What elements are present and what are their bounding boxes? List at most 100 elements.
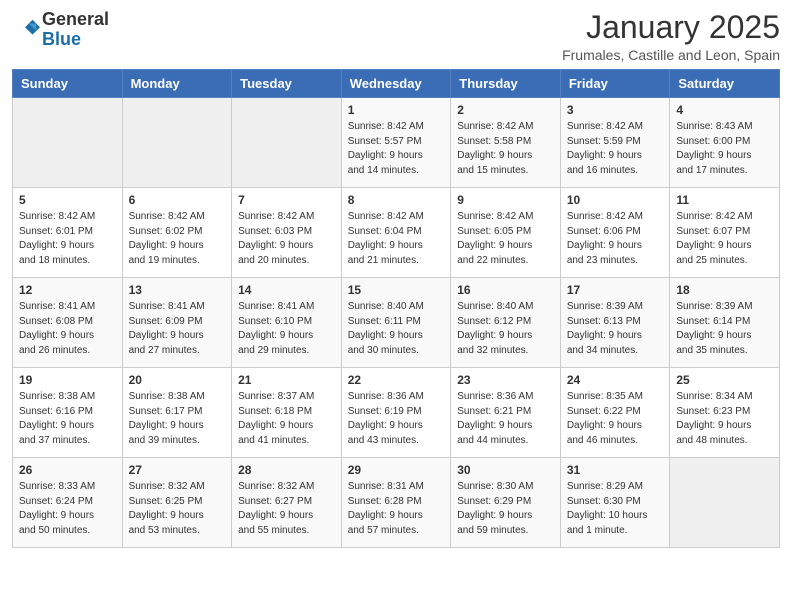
day-number: 20: [129, 373, 226, 387]
day-info: Sunrise: 8:30 AM Sunset: 6:29 PM Dayligh…: [457, 480, 554, 538]
day-cell: [232, 98, 342, 188]
day-number: 5: [19, 193, 116, 207]
day-info: Sunrise: 8:39 AM Sunset: 6:13 PM Dayligh…: [567, 300, 664, 358]
day-info: Sunrise: 8:42 AM Sunset: 5:59 PM Dayligh…: [567, 120, 664, 178]
header: General Blue January 2025 Frumales, Cast…: [12, 10, 780, 63]
day-cell: 27 Sunrise: 8:32 AM Sunset: 6:25 PM Dayli…: [122, 458, 232, 548]
day-number: 9: [457, 193, 554, 207]
calendar: SundayMondayTuesdayWednesdayThursdayFrid…: [12, 69, 780, 548]
day-info: Sunrise: 8:42 AM Sunset: 5:57 PM Dayligh…: [348, 120, 445, 178]
day-info: Sunrise: 8:41 AM Sunset: 6:09 PM Dayligh…: [129, 300, 226, 358]
day-info: Sunrise: 8:36 AM Sunset: 6:21 PM Dayligh…: [457, 390, 554, 448]
day-cell: 22Sunrise: 8:36 AM Sunset: 6:19 PM Dayli…: [341, 368, 451, 458]
day-cell: 16 Sunrise: 8:40 AM Sunset: 6:12 PM Dayli…: [451, 278, 561, 368]
day-info: Sunrise: 8:42 AM Sunset: 6:07 PM Dayligh…: [676, 210, 773, 268]
day-number: 2: [457, 103, 554, 117]
day-info: Sunrise: 8:42 AM Sunset: 6:02 PM Dayligh…: [129, 210, 226, 268]
day-info: Sunrise: 8:37 AM Sunset: 6:18 PM Dayligh…: [238, 390, 335, 448]
weekday-header-monday: Monday: [122, 70, 232, 98]
day-number: 17: [567, 283, 664, 297]
day-number: 30: [457, 463, 554, 477]
day-cell: 8 Sunrise: 8:42 AM Sunset: 6:04 PM Daylig…: [341, 188, 451, 278]
day-number: 7: [238, 193, 335, 207]
day-cell: 11 Sunrise: 8:42 AM Sunset: 6:07 PM Dayli…: [670, 188, 780, 278]
weekday-header-sunday: Sunday: [13, 70, 123, 98]
day-info: Sunrise: 8:32 AM Sunset: 6:25 PM Dayligh…: [129, 480, 226, 538]
week-row-4: 26Sunrise: 8:33 AM Sunset: 6:24 PM Dayli…: [13, 458, 780, 548]
weekday-header-row: SundayMondayTuesdayWednesdayThursdayFrid…: [13, 70, 780, 98]
day-number: 21: [238, 373, 335, 387]
weekday-header-saturday: Saturday: [670, 70, 780, 98]
day-cell: 17 Sunrise: 8:39 AM Sunset: 6:13 PM Dayli…: [560, 278, 670, 368]
day-cell: 26Sunrise: 8:33 AM Sunset: 6:24 PM Dayli…: [13, 458, 123, 548]
day-info: Sunrise: 8:40 AM Sunset: 6:11 PM Dayligh…: [348, 300, 445, 358]
day-cell: 6 Sunrise: 8:42 AM Sunset: 6:02 PM Daylig…: [122, 188, 232, 278]
day-number: 25: [676, 373, 773, 387]
page: General Blue January 2025 Frumales, Cast…: [0, 0, 792, 560]
day-number: 10: [567, 193, 664, 207]
day-number: 6: [129, 193, 226, 207]
day-cell: 23Sunrise: 8:36 AM Sunset: 6:21 PM Dayli…: [451, 368, 561, 458]
day-info: Sunrise: 8:38 AM Sunset: 6:16 PM Dayligh…: [19, 390, 116, 448]
weekday-header-thursday: Thursday: [451, 70, 561, 98]
day-info: Sunrise: 8:29 AM Sunset: 6:30 PM Dayligh…: [567, 480, 664, 538]
day-number: 26: [19, 463, 116, 477]
day-cell: 21 Sunrise: 8:37 AM Sunset: 6:18 PM Dayli…: [232, 368, 342, 458]
day-number: 18: [676, 283, 773, 297]
day-info: Sunrise: 8:42 AM Sunset: 6:05 PM Dayligh…: [457, 210, 554, 268]
day-cell: 28Sunrise: 8:32 AM Sunset: 6:27 PM Dayli…: [232, 458, 342, 548]
day-cell: 30 Sunrise: 8:30 AM Sunset: 6:29 PM Dayli…: [451, 458, 561, 548]
day-cell: 12 Sunrise: 8:41 AM Sunset: 6:08 PM Dayli…: [13, 278, 123, 368]
day-info: Sunrise: 8:40 AM Sunset: 6:12 PM Dayligh…: [457, 300, 554, 358]
day-cell: [122, 98, 232, 188]
day-cell: 9 Sunrise: 8:42 AM Sunset: 6:05 PM Daylig…: [451, 188, 561, 278]
day-cell: 18 Sunrise: 8:39 AM Sunset: 6:14 PM Dayli…: [670, 278, 780, 368]
day-cell: 31Sunrise: 8:29 AM Sunset: 6:30 PM Dayli…: [560, 458, 670, 548]
week-row-3: 19Sunrise: 8:38 AM Sunset: 6:16 PM Dayli…: [13, 368, 780, 458]
day-cell: 2 Sunrise: 8:42 AM Sunset: 5:58 PM Daylig…: [451, 98, 561, 188]
day-number: 1: [348, 103, 445, 117]
week-row-2: 12 Sunrise: 8:41 AM Sunset: 6:08 PM Dayli…: [13, 278, 780, 368]
day-number: 8: [348, 193, 445, 207]
day-info: Sunrise: 8:34 AM Sunset: 6:23 PM Dayligh…: [676, 390, 773, 448]
day-cell: 10Sunrise: 8:42 AM Sunset: 6:06 PM Dayli…: [560, 188, 670, 278]
day-number: 4: [676, 103, 773, 117]
day-info: Sunrise: 8:39 AM Sunset: 6:14 PM Dayligh…: [676, 300, 773, 358]
day-cell: [13, 98, 123, 188]
day-number: 29: [348, 463, 445, 477]
day-number: 27: [129, 463, 226, 477]
day-number: 15: [348, 283, 445, 297]
day-cell: 15 Sunrise: 8:40 AM Sunset: 6:11 PM Dayli…: [341, 278, 451, 368]
day-cell: 20Sunrise: 8:38 AM Sunset: 6:17 PM Dayli…: [122, 368, 232, 458]
day-number: 16: [457, 283, 554, 297]
day-number: 24: [567, 373, 664, 387]
day-info: Sunrise: 8:41 AM Sunset: 6:10 PM Dayligh…: [238, 300, 335, 358]
location: Frumales, Castille and Leon, Spain: [562, 47, 780, 63]
day-cell: 5 Sunrise: 8:42 AM Sunset: 6:01 PM Daylig…: [13, 188, 123, 278]
day-cell: 19Sunrise: 8:38 AM Sunset: 6:16 PM Dayli…: [13, 368, 123, 458]
week-row-0: 1 Sunrise: 8:42 AM Sunset: 5:57 PM Daylig…: [13, 98, 780, 188]
day-info: Sunrise: 8:36 AM Sunset: 6:19 PM Dayligh…: [348, 390, 445, 448]
day-info: Sunrise: 8:42 AM Sunset: 6:03 PM Dayligh…: [238, 210, 335, 268]
day-number: 11: [676, 193, 773, 207]
day-cell: 14Sunrise: 8:41 AM Sunset: 6:10 PM Dayli…: [232, 278, 342, 368]
day-info: Sunrise: 8:42 AM Sunset: 6:04 PM Dayligh…: [348, 210, 445, 268]
day-info: Sunrise: 8:43 AM Sunset: 6:00 PM Dayligh…: [676, 120, 773, 178]
title-block: January 2025 Frumales, Castille and Leon…: [562, 10, 780, 63]
day-info: Sunrise: 8:42 AM Sunset: 6:01 PM Dayligh…: [19, 210, 116, 268]
day-cell: 29Sunrise: 8:31 AM Sunset: 6:28 PM Dayli…: [341, 458, 451, 548]
weekday-header-friday: Friday: [560, 70, 670, 98]
day-info: Sunrise: 8:42 AM Sunset: 5:58 PM Dayligh…: [457, 120, 554, 178]
day-info: Sunrise: 8:41 AM Sunset: 6:08 PM Dayligh…: [19, 300, 116, 358]
day-number: 12: [19, 283, 116, 297]
logo-icon: [12, 16, 40, 44]
day-cell: 7 Sunrise: 8:42 AM Sunset: 6:03 PM Daylig…: [232, 188, 342, 278]
day-number: 13: [129, 283, 226, 297]
weekday-header-wednesday: Wednesday: [341, 70, 451, 98]
day-number: 28: [238, 463, 335, 477]
day-cell: 25 Sunrise: 8:34 AM Sunset: 6:23 PM Dayli…: [670, 368, 780, 458]
day-info: Sunrise: 8:35 AM Sunset: 6:22 PM Dayligh…: [567, 390, 664, 448]
day-cell: 4 Sunrise: 8:43 AM Sunset: 6:00 PM Daylig…: [670, 98, 780, 188]
day-cell: 1 Sunrise: 8:42 AM Sunset: 5:57 PM Daylig…: [341, 98, 451, 188]
month-title: January 2025: [562, 10, 780, 45]
